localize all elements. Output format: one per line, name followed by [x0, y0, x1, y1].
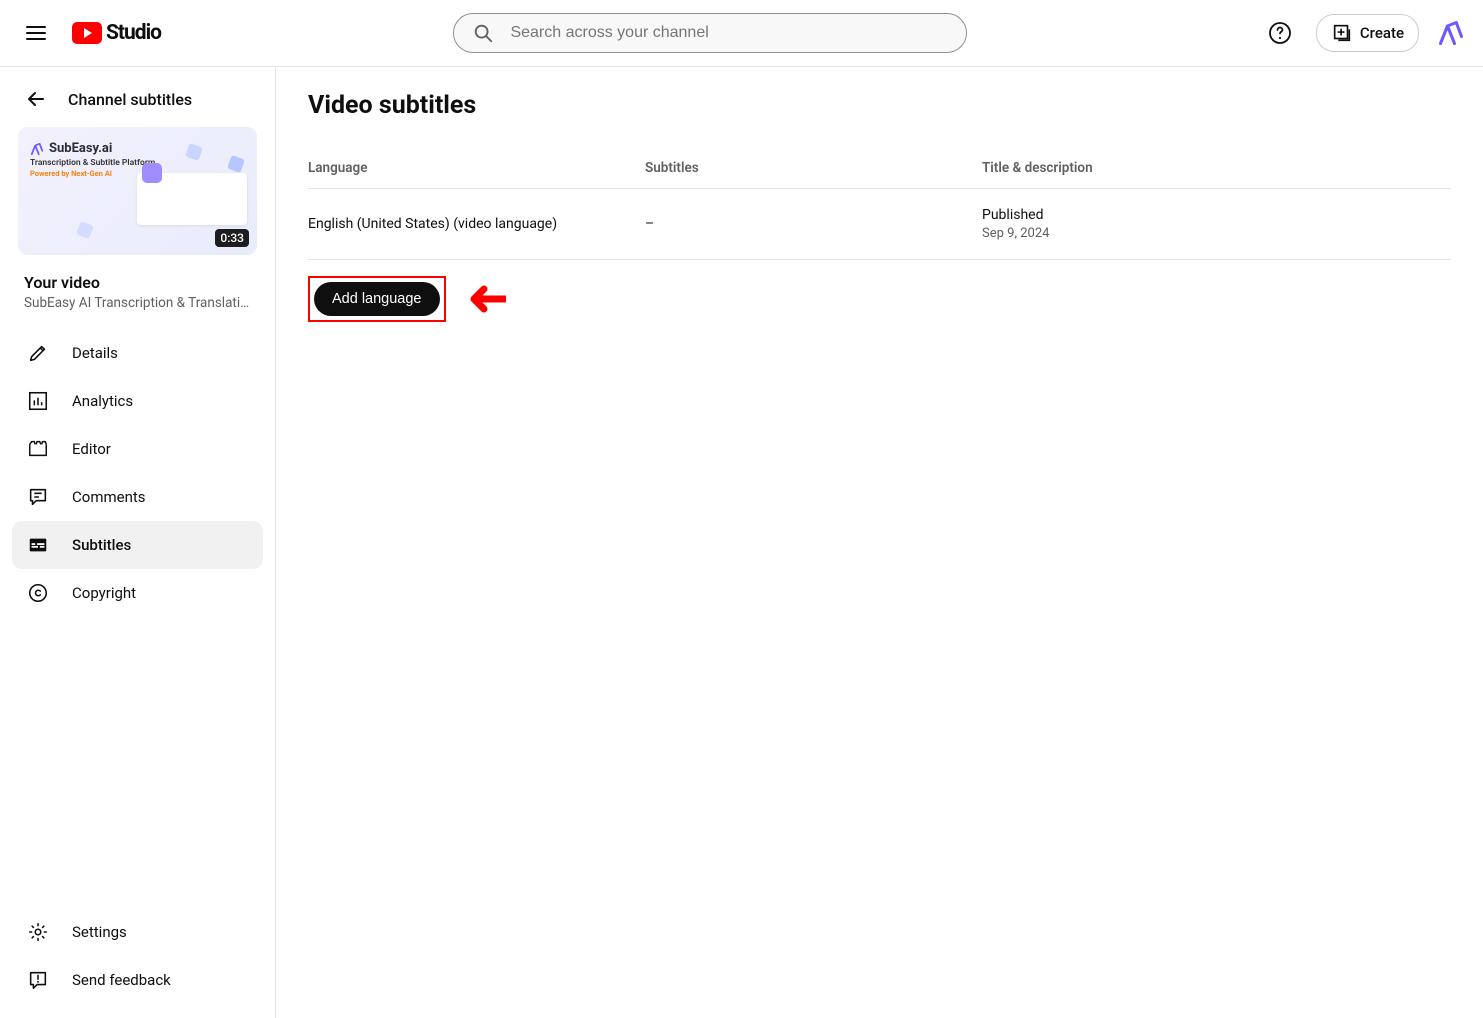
- row-date: Sep 9, 2024: [982, 226, 1451, 241]
- your-video-heading: Your video: [24, 273, 251, 292]
- hamburger-icon: [24, 21, 48, 45]
- nav-label: Analytics: [72, 392, 133, 410]
- nav-item-send-feedback[interactable]: Send feedback: [12, 956, 263, 1004]
- column-subtitles: Subtitles: [645, 160, 982, 176]
- video-thumbnail[interactable]: SubEasy.ai Transcription & Subtitle Plat…: [18, 127, 257, 255]
- arrow-left-red-icon: [462, 284, 506, 314]
- nav-item-subtitles[interactable]: Subtitles: [12, 521, 263, 569]
- nav-label: Comments: [72, 488, 146, 506]
- page-title: Video subtitles: [308, 91, 1451, 120]
- gear-icon: [26, 920, 50, 944]
- your-video-name: SubEasy AI Transcription & Translati…: [24, 295, 251, 311]
- search-box[interactable]: [453, 13, 967, 53]
- help-icon: [1268, 21, 1292, 45]
- subtitles-icon: [26, 533, 50, 557]
- search-input[interactable]: [510, 24, 948, 42]
- nav-item-copyright[interactable]: Copyright: [12, 569, 263, 617]
- nav-item-analytics[interactable]: Analytics: [12, 377, 263, 425]
- main-content: Video subtitles Language Subtitles Title…: [276, 67, 1483, 1018]
- hamburger-menu[interactable]: [16, 13, 56, 53]
- nav-label: Subtitles: [72, 536, 131, 554]
- comments-icon: [26, 485, 50, 509]
- nav-label: Copyright: [72, 584, 136, 602]
- row-status: Published: [982, 207, 1451, 223]
- analytics-icon: [26, 389, 50, 413]
- subtitles-table-header: Language Subtitles Title & description: [308, 148, 1451, 189]
- thumbnail-subtitle: Transcription & Subtitle Platform: [30, 158, 245, 168]
- pencil-icon: [26, 341, 50, 365]
- app-header: Studio Create: [0, 0, 1483, 67]
- create-icon: [1331, 22, 1353, 44]
- column-title-description: Title & description: [982, 160, 1451, 176]
- nav-item-settings[interactable]: Settings: [12, 908, 263, 956]
- studio-logo[interactable]: Studio: [72, 21, 161, 45]
- thumbnail-brand-icon: [30, 142, 44, 156]
- logo-text: Studio: [106, 21, 161, 45]
- nav-label: Details: [72, 344, 118, 362]
- nav-label: Send feedback: [72, 971, 171, 989]
- nav-item-details[interactable]: Details: [12, 329, 263, 377]
- nav-label: Settings: [72, 923, 127, 941]
- add-language-button[interactable]: Add language: [314, 282, 440, 316]
- feedback-icon: [26, 968, 50, 992]
- nav-label: Editor: [72, 440, 111, 458]
- search-icon: [472, 22, 494, 44]
- annotation-arrow: [462, 284, 506, 314]
- copyright-icon: [26, 581, 50, 605]
- annotation-highlight-box: Add language: [308, 276, 446, 322]
- help-button[interactable]: [1260, 13, 1300, 53]
- table-row[interactable]: English (United States) (video language)…: [308, 189, 1451, 260]
- thumbnail-duration-badge: 0:33: [215, 229, 249, 247]
- arrow-left-icon: [24, 87, 48, 111]
- sidebar: Channel subtitles SubEasy.ai Transcripti…: [0, 67, 276, 1018]
- nav-item-editor[interactable]: Editor: [12, 425, 263, 473]
- account-avatar[interactable]: [1435, 17, 1467, 49]
- row-subtitles: –: [645, 216, 982, 232]
- nav-item-comments[interactable]: Comments: [12, 473, 263, 521]
- back-to-channel-subtitles[interactable]: Channel subtitles: [0, 81, 275, 127]
- youtube-play-icon: [72, 22, 102, 44]
- row-language: English (United States) (video language): [308, 216, 645, 232]
- editor-icon: [26, 437, 50, 461]
- sidebar-nav: Details Analytics Editor Comments Subtit…: [0, 329, 275, 908]
- avatar-icon: [1437, 19, 1465, 47]
- back-label: Channel subtitles: [68, 90, 192, 109]
- thumbnail-brand-text: SubEasy.ai: [49, 141, 112, 156]
- create-label: Create: [1360, 24, 1404, 42]
- column-language: Language: [308, 160, 645, 176]
- create-button[interactable]: Create: [1316, 14, 1419, 52]
